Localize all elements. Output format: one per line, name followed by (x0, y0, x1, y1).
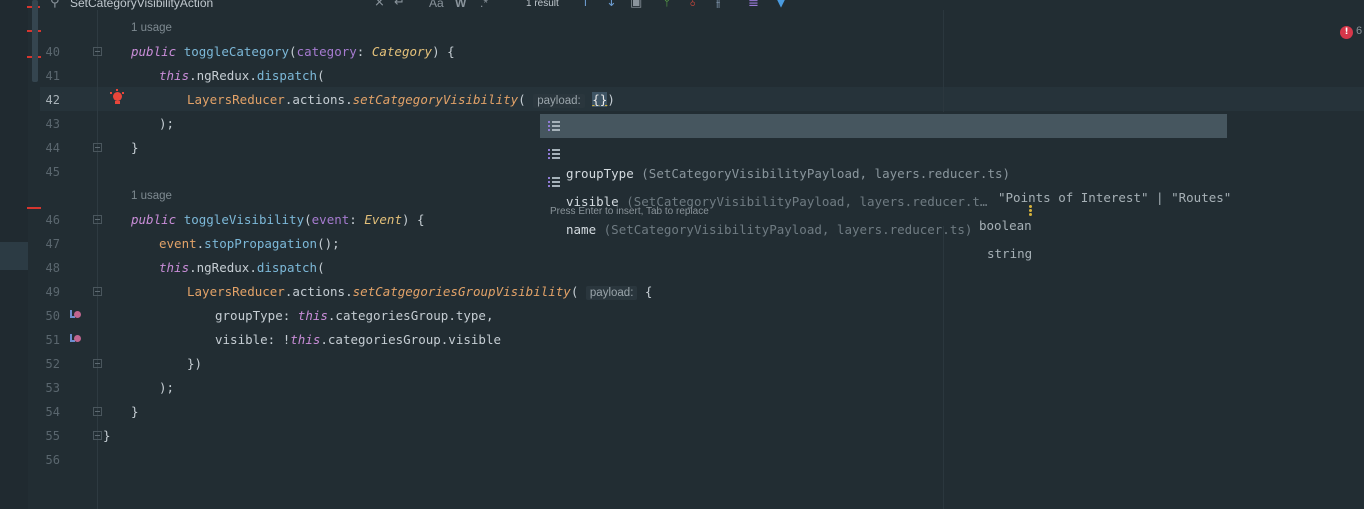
error-stripe-mark[interactable] (27, 207, 41, 209)
code-line-43[interactable]: ); (159, 112, 174, 136)
line-number: 52 (45, 357, 60, 371)
new-line-icon[interactable]: ↵ (394, 0, 405, 10)
fold-marker[interactable] (93, 143, 102, 152)
fold-marker[interactable] (93, 215, 102, 224)
completion-hint: Press Enter to insert, Tab to replace (550, 206, 709, 217)
down-arrow-icon[interactable]: ↓ (606, 0, 617, 10)
fold-marker[interactable] (93, 287, 102, 296)
property-icon (548, 121, 560, 132)
code-line-53[interactable]: ); (159, 376, 174, 400)
property-icon (548, 177, 560, 188)
line-number: 45 (45, 165, 60, 179)
whole-words-button[interactable]: W (455, 0, 466, 10)
result-count: 1 result (526, 0, 559, 9)
match-case-button[interactable]: Aa (429, 0, 444, 10)
completion-item[interactable]: visible (SetCategoryVisibilityPayload, l… (540, 142, 1040, 233)
code-line-44[interactable]: } (131, 136, 139, 160)
code-line-54[interactable]: } (131, 400, 139, 424)
line-number: 48 (45, 261, 60, 275)
remove-occurrence-icon[interactable]: ⫰ (690, 0, 696, 10)
up-arrow-icon[interactable]: ↑ (580, 0, 591, 10)
filter-options-icon[interactable]: ≣ (748, 0, 759, 10)
line-number: 51 (45, 333, 60, 347)
line-number: 46 (45, 213, 60, 227)
line-number: 55 (45, 429, 60, 443)
code-line-47[interactable]: event.stopPropagation(); (159, 232, 340, 256)
completion-item[interactable]: groupType (SetCategoryVisibilityPayload,… (540, 114, 1231, 205)
code-line-52[interactable]: }) (187, 352, 202, 376)
code-line-46[interactable]: public toggleVisibility(event: Event) { (131, 208, 425, 232)
scrollbar-thumb[interactable] (32, 0, 38, 82)
more-options-icon[interactable] (1028, 205, 1032, 217)
strip-selection (0, 242, 28, 270)
parameter-hint: payload: (533, 94, 585, 108)
lightbulb-icon[interactable] (109, 89, 125, 107)
code-line-48[interactable]: this.ngRedux.dispatch( (159, 256, 325, 280)
line-number: 56 (45, 453, 60, 467)
line-number: 43 (45, 117, 60, 131)
editor-left-strip (0, 0, 41, 509)
close-icon[interactable]: × (374, 0, 385, 10)
code-line-51[interactable]: visible: !this.categoriesGroup.visible (215, 328, 501, 352)
line-number: 41 (45, 69, 60, 83)
usage-hint[interactable]: 1 usage (131, 20, 172, 36)
fold-marker[interactable] (93, 359, 102, 368)
completion-item[interactable]: name (SetCategoryVisibilityPayload, laye… (540, 170, 1040, 261)
line-number: 40 (45, 45, 60, 59)
select-all-icon[interactable]: ▣ (630, 0, 642, 10)
code-line-40[interactable]: public toggleCategory(category: Category… (131, 40, 455, 64)
regex-button[interactable]: .* (480, 0, 488, 10)
select-all-occurrences-icon[interactable]: ⫲ (716, 0, 720, 10)
completion-popup: groupType (SetCategoryVisibilityPayload,… (540, 112, 1231, 261)
fold-marker[interactable] (93, 47, 102, 56)
find-bar: ⚲ SetCategoryVisibilityAction × ↵ Aa W .… (40, 0, 1364, 11)
fold-marker[interactable] (93, 431, 102, 440)
line-number: 53 (45, 381, 60, 395)
code-line-49[interactable]: LayersReducer.actions.setCatgegoriesGrou… (187, 280, 652, 305)
error-icon[interactable]: ! (1340, 26, 1353, 39)
search-input[interactable]: SetCategoryVisibilityAction (70, 0, 213, 10)
line-number: 50 (45, 309, 60, 323)
line-number: 47 (45, 237, 60, 251)
usage-hint[interactable]: 1 usage (131, 188, 172, 204)
line-number: 42 (45, 93, 60, 107)
line-number: 44 (45, 141, 60, 155)
code-line-55[interactable]: } (103, 424, 111, 448)
line-number: 49 (45, 285, 60, 299)
property-icon (548, 149, 560, 160)
implements-icon[interactable] (70, 309, 82, 321)
fold-marker[interactable] (93, 407, 102, 416)
code-line-41[interactable]: this.ngRedux.dispatch( (159, 64, 325, 88)
implements-icon[interactable] (70, 333, 82, 345)
line-number: 54 (45, 405, 60, 419)
add-occurrence-icon[interactable]: ⫯ (664, 0, 670, 10)
error-count[interactable]: 6 (1356, 25, 1362, 37)
parameter-hint: payload: (585, 286, 638, 300)
code-line-50[interactable]: groupType: this.categoriesGroup.type, (215, 304, 493, 328)
code-line-42[interactable]: LayersReducer.actions.setCatgegoryVisibi… (187, 88, 615, 113)
caret-brace[interactable]: {} (592, 92, 608, 107)
right-margin-guide (943, 10, 944, 509)
filter-icon[interactable]: ▼ (776, 0, 786, 10)
search-icon[interactable]: ⚲ (50, 0, 60, 10)
